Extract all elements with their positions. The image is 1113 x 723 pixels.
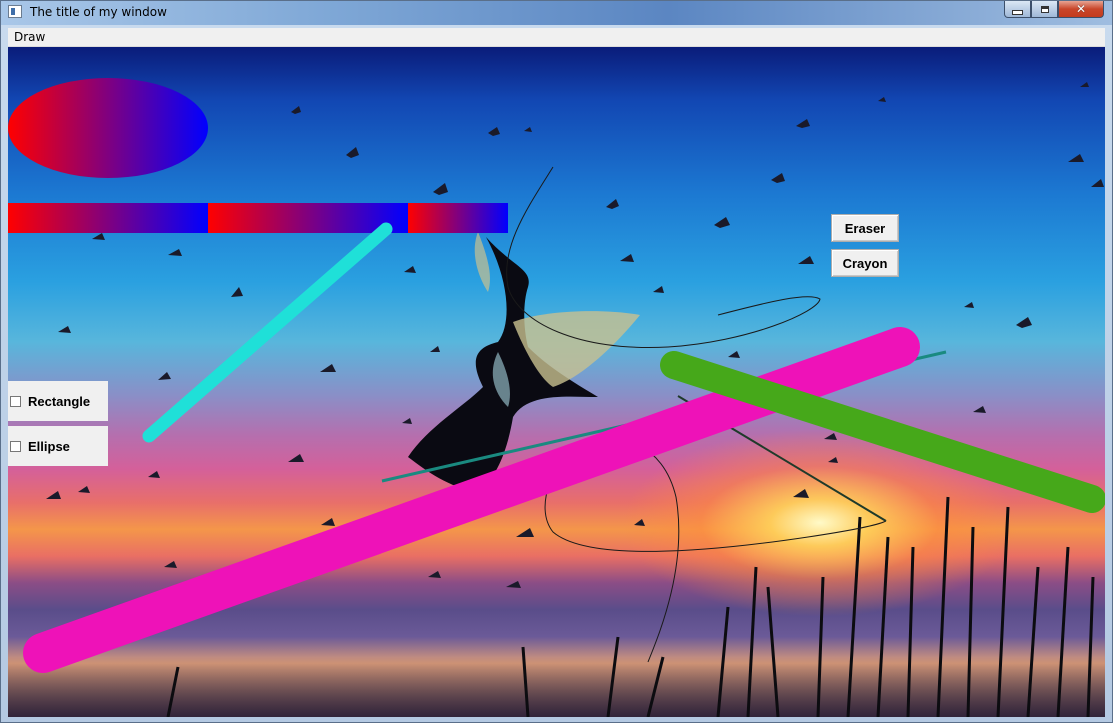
gradient-rectangle-shape <box>408 203 508 233</box>
ellipse-label: Ellipse <box>28 438 70 454</box>
close-button[interactable]: ✕ <box>1058 1 1104 18</box>
close-icon: ✕ <box>1075 2 1087 16</box>
drawing-layer[interactable] <box>8 47 1105 717</box>
crayon-button[interactable]: Crayon <box>831 249 899 277</box>
rectangle-option[interactable]: Rectangle <box>8 381 108 421</box>
rectangle-label: Rectangle <box>28 393 91 409</box>
window-controls: ✕ <box>1004 1 1104 19</box>
app-window: The title of my window ✕ Draw Eraser Cra… <box>0 0 1113 723</box>
menu-bar: Draw <box>8 28 1105 47</box>
minimize-icon <box>1012 9 1023 15</box>
drawing-canvas[interactable]: Eraser Crayon Rectangle Ellipse <box>8 47 1105 717</box>
maximize-button[interactable] <box>1031 1 1058 18</box>
title-bar[interactable]: The title of my window ✕ <box>1 1 1112 25</box>
window-title: The title of my window <box>30 5 167 19</box>
ellipse-checkbox[interactable] <box>10 440 21 452</box>
cyan-crayon-stroke <box>142 222 393 443</box>
eraser-button[interactable]: Eraser <box>831 214 899 242</box>
window-app-icon <box>8 5 22 18</box>
menu-item-draw[interactable]: Draw <box>14 30 45 44</box>
maximize-icon <box>1040 5 1049 13</box>
gradient-rectangle-shape <box>8 203 208 233</box>
minimize-button[interactable] <box>1004 1 1031 18</box>
ellipse-option[interactable]: Ellipse <box>8 426 108 466</box>
gradient-ellipse-shape <box>8 78 208 178</box>
reeds-silhouette <box>166 496 1095 717</box>
rectangle-checkbox[interactable] <box>10 395 21 407</box>
